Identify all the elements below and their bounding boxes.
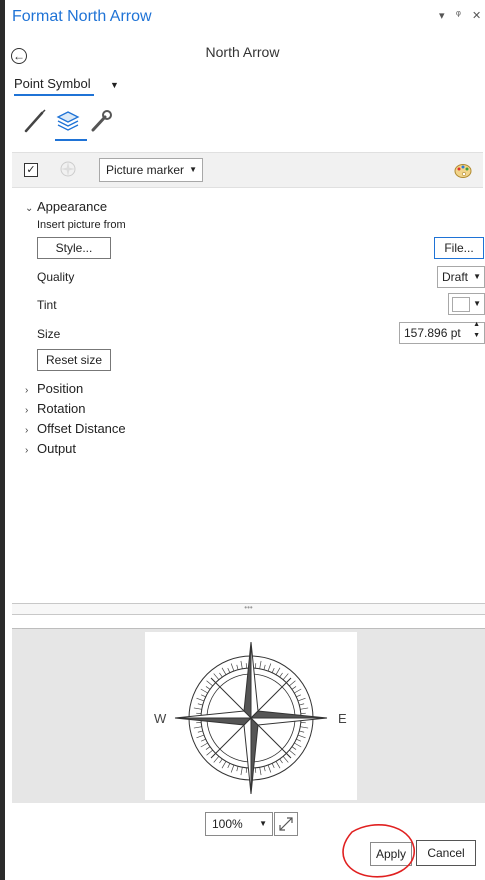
chevron-down-icon: ▼ (259, 819, 267, 828)
quality-select[interactable]: Draft ▼ (437, 266, 485, 288)
marker-type-select[interactable]: Picture marker ▼ (99, 158, 203, 182)
size-label: Size (37, 327, 61, 341)
pin-icon[interactable]: ᵠ (456, 9, 461, 21)
chevron-down-icon: ▼ (189, 165, 197, 174)
output-section-header[interactable]: › Output (25, 441, 76, 456)
title-bar: Format North Arrow ▾ ᵠ ✕ (5, 0, 485, 30)
pane-options-icon[interactable]: ▾ (439, 9, 445, 22)
fit-to-window-icon[interactable] (274, 812, 298, 836)
insert-picture-label: Insert picture from (37, 219, 126, 231)
chevron-down-icon: ⌄ (25, 203, 34, 214)
chevron-down-icon: ▼ (473, 299, 481, 308)
symbol-layer-bar: ✓ Picture marker ▼ (12, 152, 483, 188)
position-section-header[interactable]: › Position (25, 381, 83, 396)
mode-underline (14, 94, 94, 96)
preview-splitter[interactable]: ••• (12, 603, 485, 615)
spin-up-icon[interactable]: ▲ (473, 320, 480, 330)
appearance-title: Appearance (37, 199, 108, 214)
reset-size-button[interactable]: Reset size (37, 349, 111, 371)
mode-selector[interactable]: Point Symbol (14, 76, 91, 91)
tint-swatch (452, 297, 470, 312)
chevron-down-icon: ▼ (473, 272, 481, 281)
brush-icon[interactable] (22, 108, 48, 134)
section-label: Output (37, 441, 77, 456)
window-border (0, 0, 5, 880)
chevron-right-icon: › (25, 445, 29, 456)
section-label: Position (37, 381, 84, 396)
layer-visibility-checkbox[interactable]: ✓ (24, 163, 38, 177)
pane-title: Format North Arrow (12, 8, 152, 25)
apply-button[interactable]: Apply (370, 842, 412, 866)
zoom-value: 100% (212, 817, 243, 831)
chevron-right-icon: › (25, 425, 29, 436)
appearance-section-header[interactable]: ⌄ Appearance (25, 199, 107, 214)
marker-type-value: Picture marker (106, 163, 185, 177)
tint-label: Tint (37, 298, 57, 312)
cancel-button[interactable]: Cancel (416, 840, 476, 866)
size-input[interactable]: 157.896 pt ▲ ▼ (399, 320, 485, 344)
style-button[interactable]: Style... (37, 237, 111, 259)
chevron-down-icon[interactable]: ▼ (110, 80, 119, 90)
close-icon[interactable]: ✕ (472, 9, 481, 22)
element-title: North Arrow (205, 44, 280, 60)
west-label: W (154, 711, 167, 726)
offset-distance-section-header[interactable]: › Offset Distance (25, 421, 126, 436)
section-label: Rotation (37, 401, 86, 416)
tint-color-picker[interactable]: ▼ (448, 293, 485, 315)
size-value: 157.896 pt (404, 326, 461, 340)
format-pane: Format North Arrow ▾ ᵠ ✕ ← North Arrow P… (0, 0, 485, 880)
compass-thumbnail-icon (58, 159, 78, 179)
wrench-icon[interactable] (88, 108, 114, 134)
chevron-right-icon: › (25, 405, 29, 416)
layers-icon[interactable] (55, 108, 81, 134)
preview-canvas: W E (145, 632, 357, 800)
selected-tab-indicator (55, 139, 87, 141)
spin-down-icon[interactable]: ▼ (473, 331, 480, 341)
compass-rose-image: W E (154, 641, 347, 795)
quality-label: Quality (37, 270, 75, 284)
zoom-select[interactable]: 100% ▼ (205, 812, 273, 836)
file-button[interactable]: File... (434, 237, 484, 259)
quality-value: Draft (442, 270, 469, 284)
east-label: E (338, 711, 347, 726)
palette-icon[interactable] (453, 160, 473, 180)
chevron-right-icon: › (25, 385, 29, 396)
section-label: Offset Distance (37, 421, 126, 436)
rotation-section-header[interactable]: › Rotation (25, 401, 85, 416)
symbol-preview: W E (12, 628, 485, 803)
